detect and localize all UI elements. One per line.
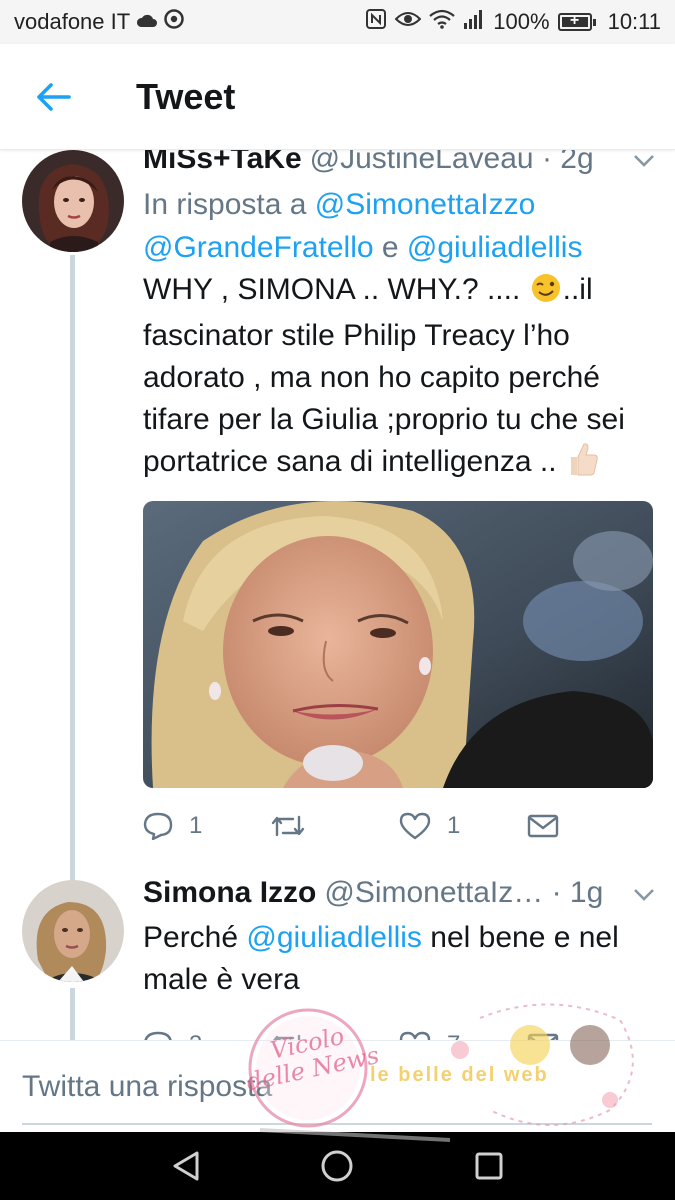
- reply-and: e: [373, 231, 407, 264]
- reply-button[interactable]: 1: [143, 812, 271, 840]
- tweet-time: 1g: [569, 876, 604, 909]
- thread-connector-line: [70, 988, 75, 1040]
- mention-link[interactable]: @giuliadlellis: [407, 231, 583, 264]
- author-name[interactable]: MiSs+TaKe: [143, 150, 302, 176]
- app-header: Tweet: [0, 44, 675, 150]
- signal-icon: [463, 9, 485, 35]
- author-handle[interactable]: @JustineLaveau: [310, 150, 534, 176]
- reply-count: 1: [189, 812, 203, 839]
- retweet-button[interactable]: [271, 1032, 399, 1040]
- clock: 10:11: [607, 9, 661, 34]
- wifi-icon: [429, 9, 456, 35]
- thread-connector-line: [70, 255, 75, 980]
- tweet-text: Perché @giuliadlellis nel bene e nel mal…: [143, 917, 655, 1001]
- carrier-name: vodafone IT: [14, 9, 131, 34]
- chevron-down-icon[interactable]: [633, 879, 655, 913]
- tweet-actions: 1 1: [143, 796, 655, 856]
- reply-input[interactable]: Twitta una risposta: [22, 1059, 652, 1125]
- reply-button[interactable]: 3: [143, 1031, 271, 1040]
- heart-icon: [399, 1031, 431, 1040]
- nfc-icon: [365, 8, 387, 36]
- tweet-time: 2g: [560, 150, 594, 175]
- like-count: 1: [447, 812, 461, 839]
- reply-icon: [144, 1031, 172, 1040]
- tweet-separator: ·: [533, 150, 561, 175]
- nav-home-button[interactable]: [307, 1136, 367, 1196]
- back-button[interactable]: [0, 44, 106, 150]
- chevron-down-icon[interactable]: [633, 150, 655, 179]
- reply-composer-bar: Twitta una risposta: [0, 1040, 675, 1132]
- mention-link[interactable]: @GrandeFratello: [143, 231, 374, 264]
- nav-back-button[interactable]: [156, 1136, 216, 1196]
- tweet-header: Simona Izzo @SimonettaIz… · 1g: [143, 876, 655, 913]
- like-count: 7: [447, 1031, 460, 1040]
- reply-context: In risposta a @SimonettaIzzo @GrandeFrat…: [143, 183, 655, 269]
- wink-emoji: [529, 273, 563, 315]
- battery-icon: +: [557, 12, 596, 31]
- cloud-icon: [136, 11, 158, 34]
- tweet-media-photo[interactable]: [143, 501, 653, 788]
- android-navigation-bar: [0, 1132, 675, 1200]
- avatar[interactable]: [22, 150, 124, 252]
- retweet-button[interactable]: [271, 813, 399, 839]
- author-name[interactable]: Simona Izzo: [143, 876, 316, 910]
- tweet-thread[interactable]: MiSs+TaKe @JustineLaveau · 2g In rispost…: [0, 150, 675, 1040]
- eye-icon: [394, 10, 422, 34]
- tweet-text-part: Perché: [143, 921, 247, 954]
- like-button[interactable]: 7: [399, 1031, 527, 1040]
- square-recents-icon: [475, 1152, 503, 1180]
- arrow-left-icon: [37, 82, 71, 111]
- mention-link[interactable]: @SimonettaIzzo: [315, 188, 536, 221]
- author-handle[interactable]: @SimonettaIz…: [324, 876, 543, 910]
- direct-message-button[interactable]: [527, 1032, 655, 1040]
- direct-message-button[interactable]: [527, 813, 655, 839]
- chrome-icon: [164, 9, 184, 35]
- tweet-text-part: WHY , SIMONA .. WHY.? ....: [143, 273, 529, 306]
- reply-count: 3: [189, 1031, 202, 1040]
- tweet-separator: ·: [543, 876, 570, 909]
- tweet-text: WHY , SIMONA .. WHY.? .... ..il fascinat…: [143, 269, 655, 489]
- status-bar: vodafone IT 100% + 10:11: [0, 0, 675, 44]
- envelope-icon: [527, 814, 559, 838]
- reply-icon: [143, 812, 173, 840]
- page-title: Tweet: [136, 75, 236, 117]
- avatar[interactable]: [22, 880, 124, 982]
- like-button[interactable]: 1: [399, 812, 527, 840]
- battery-percentage: 100%: [493, 9, 550, 34]
- tweet[interactable]: MiSs+TaKe @JustineLaveau · 2g In rispost…: [143, 150, 655, 856]
- mention-link[interactable]: @giuliadlellis: [246, 921, 422, 954]
- nav-recents-button[interactable]: [459, 1136, 519, 1196]
- tweet-actions: 3 7: [143, 1015, 655, 1040]
- screen: vodafone IT 100% + 10:11 Tweet MiSs+TaKe…: [0, 0, 675, 1200]
- triangle-back-icon: [173, 1151, 199, 1181]
- circle-home-icon: [321, 1150, 353, 1182]
- retweet-icon: [271, 815, 305, 837]
- thumbs-up-emoji: [565, 441, 599, 489]
- envelope-icon: [527, 1033, 559, 1040]
- tweet-header: MiSs+TaKe @JustineLaveau · 2g: [143, 150, 655, 179]
- heart-icon: [399, 812, 431, 840]
- tweet[interactable]: Simona Izzo @SimonettaIz… · 1g Perché @g…: [143, 876, 655, 1040]
- reply-prefix: In risposta a: [143, 188, 315, 221]
- retweet-icon: [273, 1034, 301, 1040]
